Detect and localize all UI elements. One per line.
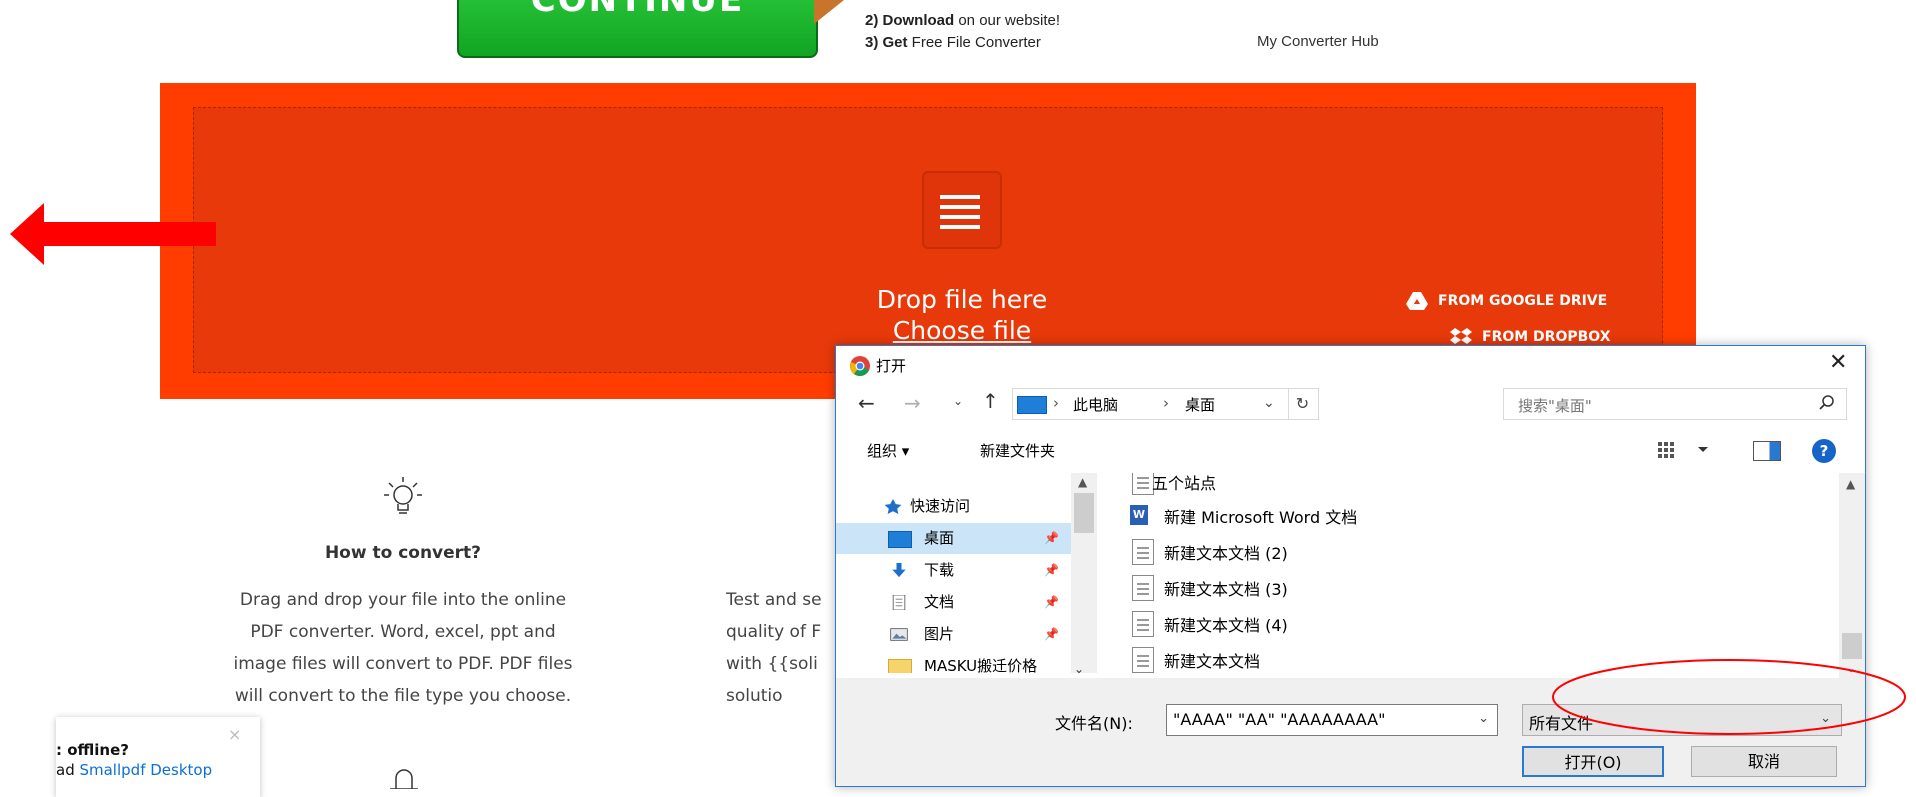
up-arrow-icon[interactable]: ↑ <box>982 389 999 413</box>
breadcrumb-desktop[interactable]: 桌面 <box>1185 394 1215 415</box>
scroll-up-icon[interactable]: ▲ <box>1078 475 1087 489</box>
red-ellipse-annotation <box>1552 659 1906 735</box>
chrome-icon <box>850 356 870 376</box>
file-item[interactable]: 新建文本文档 (3) <box>1126 569 1806 603</box>
text-file-icon <box>1132 575 1154 601</box>
how-to-convert-text: Drag and drop your file into the online … <box>233 590 573 706</box>
search-input[interactable]: 搜索"桌面" <box>1503 388 1847 420</box>
refresh-icon[interactable]: ↻ <box>1287 388 1319 420</box>
organize-menu[interactable]: 组织 ▾ <box>867 440 909 461</box>
nav-expand-chevron-icon[interactable]: ⌄ <box>1074 662 1084 676</box>
how-to-convert-heading: How to convert? <box>324 543 482 563</box>
new-folder-button[interactable]: 新建文件夹 <box>980 440 1055 461</box>
close-icon[interactable]: ✕ <box>1829 350 1847 375</box>
text-file-icon <box>1132 611 1154 637</box>
star-icon <box>884 499 902 514</box>
nav-scrollbar-thumb[interactable] <box>1074 493 1094 533</box>
drop-zone-inner[interactable]: Drop file here Choose file FROM GOOGLE D… <box>193 107 1663 373</box>
computer-icon <box>1017 396 1047 414</box>
file-list[interactable]: 五个站点 W 新建 Microsoft Word 文档 新建文本文档 (2) 新… <box>1126 473 1826 678</box>
lock-icon <box>390 769 418 789</box>
text-file-icon <box>1132 473 1154 495</box>
cancel-button[interactable]: 取消 <box>1691 746 1837 777</box>
file-item[interactable]: W 新建 Microsoft Word 文档 <box>1126 497 1806 531</box>
offline-toast[interactable]: : offline? ad Smallpdf Desktop × <box>56 717 260 797</box>
forward-arrow-icon[interactable]: → <box>904 391 921 415</box>
text-file-icon <box>1132 539 1154 565</box>
file-list-scrollbar[interactable]: ▲ ⌄ <box>1839 473 1865 678</box>
picture-icon <box>890 628 908 641</box>
search-icon <box>1819 395 1834 410</box>
help-icon[interactable]: ? <box>1812 439 1836 463</box>
ad-step-2: 2) Download on our website! <box>865 12 1061 29</box>
ad-step-3: 3) Get Free File Converter <box>865 34 1041 51</box>
nav-item-quick-access[interactable]: 快速访问 <box>836 491 1071 522</box>
choose-file-link[interactable]: Choose file <box>893 316 1031 345</box>
ad-ribbon-decoration <box>814 0 844 24</box>
toast-line: ad Smallpdf Desktop <box>56 761 213 779</box>
desktop-icon <box>888 531 912 548</box>
view-options-icon[interactable] <box>1656 439 1716 463</box>
breadcrumb-this-pc[interactable]: 此电脑 <box>1073 394 1118 415</box>
nav-item-documents[interactable]: 文档 📌 <box>836 587 1071 618</box>
google-drive-icon <box>1406 292 1428 310</box>
open-button[interactable]: 打开(O) <box>1522 746 1664 777</box>
lightbulb-icon <box>384 477 422 514</box>
nav-item-masku-folder[interactable]: MASKU搬迁价格 <box>836 651 1071 673</box>
back-arrow-icon[interactable]: ← <box>858 391 875 415</box>
download-icon <box>892 563 906 578</box>
from-dropbox-link[interactable]: FROM DROPBOX <box>1450 328 1610 346</box>
dropbox-icon <box>1450 328 1472 344</box>
nav-item-pictures[interactable]: 图片 📌 <box>836 619 1071 650</box>
word-file-icon: W <box>1130 505 1148 525</box>
preview-pane-icon[interactable] <box>1753 441 1781 461</box>
chevron-down-icon[interactable]: ⌄ <box>1478 711 1489 726</box>
smallpdf-desktop-link[interactable]: Smallpdf Desktop <box>79 761 212 779</box>
toast-title: : offline? <box>56 741 129 759</box>
from-google-drive-link[interactable]: FROM GOOGLE DRIVE <box>1406 292 1607 310</box>
pin-icon[interactable]: 📌 <box>1044 555 1059 586</box>
address-bar[interactable]: › 此电脑 › 桌面 ⌄ <box>1012 388 1289 420</box>
file-item[interactable]: 五个站点 <box>1126 473 1806 497</box>
folder-icon <box>888 659 912 673</box>
toast-close-icon[interactable]: × <box>228 725 241 744</box>
file-item[interactable]: 新建文本文档 (4) <box>1126 605 1806 639</box>
text-file-icon <box>1132 647 1154 673</box>
nav-item-desktop[interactable]: 桌面 📌 <box>836 523 1071 554</box>
pin-icon[interactable]: 📌 <box>1044 619 1059 650</box>
pin-icon[interactable]: 📌 <box>1044 587 1059 618</box>
address-dropdown-chevron-icon[interactable]: ⌄ <box>1263 395 1275 411</box>
pin-icon[interactable]: 📌 <box>1044 523 1059 554</box>
navigation-pane[interactable]: 快速访问 桌面 📌 下载 📌 文档 📌 图片 📌 MASKU搬迁价格 <box>836 473 1071 673</box>
document-icon <box>922 171 1002 249</box>
breadcrumb-separator-icon: › <box>1053 394 1059 412</box>
nav-item-downloads[interactable]: 下载 📌 <box>836 555 1071 586</box>
nav-pane-scrollbar[interactable]: ▲ <box>1071 473 1097 673</box>
file-item[interactable]: 新建文本文档 (2) <box>1126 533 1806 567</box>
scroll-up-icon[interactable]: ▲ <box>1846 477 1855 491</box>
breadcrumb-separator-icon: › <box>1163 394 1169 412</box>
ad-continue-button[interactable]: CONTINUE <box>457 0 818 58</box>
ad-brand: My Converter Hub <box>1257 33 1379 50</box>
document-icon <box>892 595 906 610</box>
filename-label: 文件名(N): <box>1055 714 1133 733</box>
filename-input[interactable]: "AAAA" "AA" "AAAAAAAA" ⌄ <box>1166 704 1498 736</box>
dialog-title: 打开 <box>876 357 907 375</box>
recent-locations-chevron-icon[interactable]: ⌄ <box>953 394 963 408</box>
red-arrow-annotation <box>10 203 216 265</box>
